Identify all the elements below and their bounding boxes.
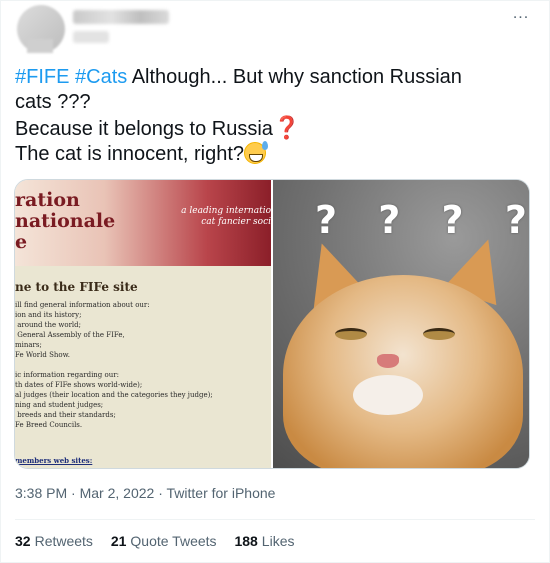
quote-tweets-count: 21 — [110, 533, 127, 549]
tweet-line-1: #FIFE #Cats Although... But why sanction… — [15, 65, 525, 90]
fife-tagline: a leading internatio cat fancier soci — [181, 206, 271, 227]
cat-chin — [353, 375, 423, 415]
tweet-line-2: cats ??? — [15, 91, 91, 113]
fife-text-line: ning and student judges; — [15, 401, 104, 409]
avatar[interactable] — [17, 5, 65, 53]
more-options-icon[interactable]: ... — [507, 6, 535, 27]
fife-text-line: minars; — [15, 341, 42, 349]
fife-website-screenshot-image[interactable]: ration nationale e a leading internatio … — [15, 180, 271, 468]
tweet-date[interactable]: Mar 2, 2022 — [80, 485, 155, 501]
tweet-line-3: Because it belongs to Russia❓ — [15, 115, 525, 142]
fife-text-line — [15, 360, 213, 370]
fife-text-line: General Assembly of the FIFe, — [15, 331, 125, 339]
fife-text-line: al judges (their location and the catego… — [15, 391, 213, 399]
fife-banner: ration nationale e a leading internatio … — [15, 180, 271, 266]
tweet-timestamp: 3:38 PM · Mar 2, 2022 · Twitter for iPho… — [15, 485, 275, 501]
tweet-line-3-text: Because it belongs to Russia — [15, 118, 273, 140]
hashtag-fife[interactable]: #FIFE — [15, 66, 69, 88]
fife-text-line: ic information regarding our: — [15, 371, 119, 379]
divider — [15, 519, 535, 520]
cat-nose — [377, 354, 399, 368]
display-name-blurred[interactable] — [73, 10, 169, 24]
tweet-text: #FIFE #Cats Although... But why sanction… — [15, 65, 525, 167]
fife-text-line: Fe World Show. — [15, 351, 70, 359]
fife-members-link: members web sites: — [15, 456, 93, 465]
tweet-stats: 32 Retweets 21 Quote Tweets 188 Likes — [15, 533, 308, 549]
retweets-stat[interactable]: 32 Retweets — [15, 533, 93, 549]
fife-text-line: th dates of FIFe shows world-wide); — [15, 381, 143, 389]
fife-text-line: breeds and their standards; — [15, 411, 116, 419]
tweet-line-4: The cat is innocent, right? — [15, 141, 525, 167]
retweets-count: 32 — [15, 533, 31, 549]
media-grid: ration nationale e a leading internatio … — [14, 179, 530, 469]
tweet-source[interactable]: Twitter for iPhone — [167, 485, 276, 501]
likes-stat[interactable]: 188 Likes — [234, 533, 294, 549]
likes-label: Likes — [261, 533, 295, 549]
red-question-mark-emoji: ❓ — [272, 115, 301, 140]
tweet-time[interactable]: 3:38 PM — [15, 485, 67, 501]
likes-count: 188 — [234, 533, 258, 549]
quote-tweets-label: Quote Tweets — [130, 533, 217, 549]
fife-text-line: ion and its history; — [15, 311, 82, 319]
cat-photo-image[interactable]: ? ? ? ? — [273, 180, 530, 468]
grinning-sweat-emoji-icon — [244, 141, 269, 164]
tweet-line-4-text: The cat is innocent, right? — [15, 143, 245, 165]
fife-title: ration nationale e — [15, 189, 116, 253]
cat-eye-left — [335, 328, 367, 340]
retweets-label: Retweets — [34, 533, 93, 549]
fife-text-line: Fe Breed Councils. — [15, 421, 83, 429]
fife-text-block: ill find general information about our: i… — [15, 300, 213, 430]
meta-separator: · — [154, 485, 167, 501]
tweet-card: ... #FIFE #Cats Although... But why sanc… — [0, 0, 550, 563]
handle-blurred[interactable] — [73, 31, 109, 43]
meta-separator: · — [67, 485, 80, 501]
tweet-line-1-text: Although... But why sanction Russian — [131, 66, 462, 88]
cat-head — [283, 275, 523, 468]
quote-tweets-stat[interactable]: 21 Quote Tweets — [111, 533, 217, 549]
cat-eye-right — [423, 328, 455, 340]
fife-welcome-heading: ne to the FIFe site — [15, 280, 138, 294]
hashtag-cats[interactable]: #Cats — [75, 66, 127, 88]
fife-text-line: around the world; — [15, 321, 82, 329]
cat-question-marks-overlay: ? ? ? ? — [315, 198, 530, 242]
fife-text-line: ill find general information about our: — [15, 301, 150, 309]
